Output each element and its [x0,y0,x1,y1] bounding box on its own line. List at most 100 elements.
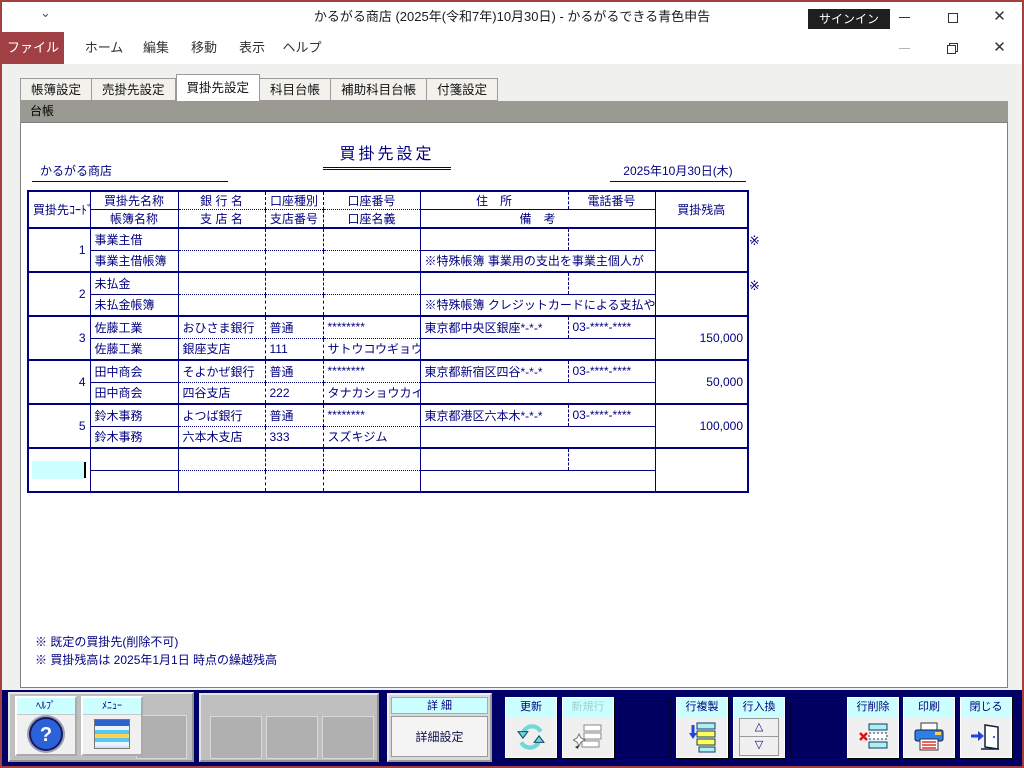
cell-holder[interactable] [323,250,420,272]
cell-remark[interactable] [420,338,655,360]
tab-ledger-settings[interactable]: 帳簿設定 [20,78,92,101]
cell-remark[interactable]: ※特殊帳簿 クレジットカードによる支払や仕 [420,294,655,316]
menu-move[interactable]: 移動 [182,32,226,64]
cell-address[interactable]: 東京都中央区銀座*-*-* [420,316,568,338]
tab-sub-account-ledger[interactable]: 補助科目台帳 [331,78,427,101]
tab-payable-settings[interactable]: 買掛先設定 [176,74,261,101]
detail-settings-button[interactable]: 詳細設定 [391,716,488,757]
cell-holder[interactable] [323,470,420,492]
cell-ledger[interactable]: 佐藤工業 [90,338,178,360]
menu-view[interactable]: 表示 [230,32,274,64]
cell-bank[interactable] [178,272,265,294]
cell-branch-no[interactable]: 111 [265,338,323,360]
cell-bank[interactable]: よつば銀行 [178,404,265,426]
cell-name[interactable]: 田中商会 [90,360,178,382]
cell-holder[interactable]: スズキジム [323,426,420,448]
print-button[interactable]: 印刷 [903,697,955,758]
cell-address[interactable]: 東京都港区六本木*-*-* [420,404,568,426]
duplicate-row-button[interactable]: 行複製 [676,697,728,758]
cell-code[interactable]: 1 [28,228,90,272]
cell-address[interactable] [420,228,568,250]
cell-code[interactable]: 4 [28,360,90,404]
cell-phone[interactable] [568,448,655,470]
new-row-button[interactable]: 新規行 [562,697,614,758]
cell-balance[interactable] [655,272,748,316]
cell-phone[interactable] [568,228,655,250]
cell-branch[interactable]: 銀座支店 [178,338,265,360]
cell-address[interactable] [420,272,568,294]
cell-remark[interactable] [420,470,655,492]
cell-code[interactable]: 3 [28,316,90,360]
cell-branch-no[interactable] [265,470,323,492]
close-button[interactable]: ✕ [977,2,1022,32]
up-arrow-icon[interactable]: △ [739,718,779,737]
cell-type[interactable]: 普通 [265,360,323,382]
cell-type[interactable] [265,272,323,294]
cell-balance[interactable]: 100,000 [655,404,748,448]
child-close-button[interactable]: ✕ [977,32,1022,64]
cell-branch[interactable]: 四谷支店 [178,382,265,404]
cell-code-new[interactable] [28,448,90,492]
cell-account[interactable]: ******** [323,316,420,338]
update-button[interactable]: 更新 [505,697,557,758]
cell-type[interactable]: 普通 [265,316,323,338]
cell-phone[interactable]: 03-****-**** [568,316,655,338]
cell-code[interactable]: 5 [28,404,90,448]
down-arrow-icon[interactable]: ▽ [739,737,779,756]
maximize-button[interactable] [930,2,975,32]
menu-help[interactable]: ヘルプ [278,32,326,64]
delete-row-button[interactable]: 行削除 [847,697,899,758]
cell-holder[interactable] [323,294,420,316]
cell-address[interactable]: 東京都新宿区四谷*-*-* [420,360,568,382]
tab-tag-settings[interactable]: 付箋設定 [427,78,498,101]
cell-branch-no[interactable]: 333 [265,426,323,448]
cell-holder[interactable]: サトウコウギョウ [323,338,420,360]
cell-balance[interactable]: 50,000 [655,360,748,404]
swap-row-button[interactable]: 行入換 △ ▽ [733,697,785,758]
cell-name[interactable]: 未払金 [90,272,178,294]
cell-ledger[interactable]: 田中商会 [90,382,178,404]
cell-ledger[interactable]: 事業主借帳簿 [90,250,178,272]
cell-balance[interactable]: 150,000 [655,316,748,360]
cell-ledger[interactable]: 鈴木事務 [90,426,178,448]
cell-account[interactable] [323,228,420,250]
cell-branch[interactable] [178,294,265,316]
cell-bank[interactable] [178,448,265,470]
cell-ledger[interactable]: 未払金帳簿 [90,294,178,316]
cell-remark[interactable] [420,382,655,404]
cell-branch[interactable]: 六本木支店 [178,426,265,448]
cell-type[interactable] [265,228,323,250]
minimize-button[interactable] [882,2,927,32]
cell-type[interactable]: 普通 [265,404,323,426]
signin-button[interactable]: サインイン [808,9,890,29]
cell-phone[interactable]: 03-****-**** [568,360,655,382]
menu-edit[interactable]: 編集 [134,32,178,64]
new-row-code-input[interactable] [32,461,84,479]
cell-branch-no[interactable] [265,294,323,316]
cell-bank[interactable]: おひさま銀行 [178,316,265,338]
child-minimize-button[interactable] [882,32,927,64]
cell-name[interactable]: 鈴木事務 [90,404,178,426]
close-screen-button[interactable]: 閉じる [960,697,1012,758]
cell-name[interactable]: 佐藤工業 [90,316,178,338]
cell-account[interactable]: ******** [323,360,420,382]
cell-phone[interactable]: 03-****-**** [568,404,655,426]
cell-remark[interactable]: ※特殊帳簿 事業用の支出を事業主個人が [420,250,655,272]
cell-branch-no[interactable]: 222 [265,382,323,404]
cell-name[interactable] [90,448,178,470]
cell-address[interactable] [420,448,568,470]
cell-balance[interactable] [655,228,748,272]
cell-ledger[interactable] [90,470,178,492]
cell-holder[interactable]: タナカショウカイ [323,382,420,404]
cell-name[interactable]: 事業主借 [90,228,178,250]
cell-code[interactable]: 2 [28,272,90,316]
menu-home[interactable]: ホーム [78,32,130,64]
cell-branch[interactable] [178,470,265,492]
cell-bank[interactable] [178,228,265,250]
cell-branch[interactable] [178,250,265,272]
cell-account[interactable] [323,448,420,470]
cell-bank[interactable]: そよかぜ銀行 [178,360,265,382]
tab-account-ledger[interactable]: 科目台帳 [260,78,331,101]
child-restore-button[interactable] [930,32,975,64]
cell-account[interactable] [323,272,420,294]
